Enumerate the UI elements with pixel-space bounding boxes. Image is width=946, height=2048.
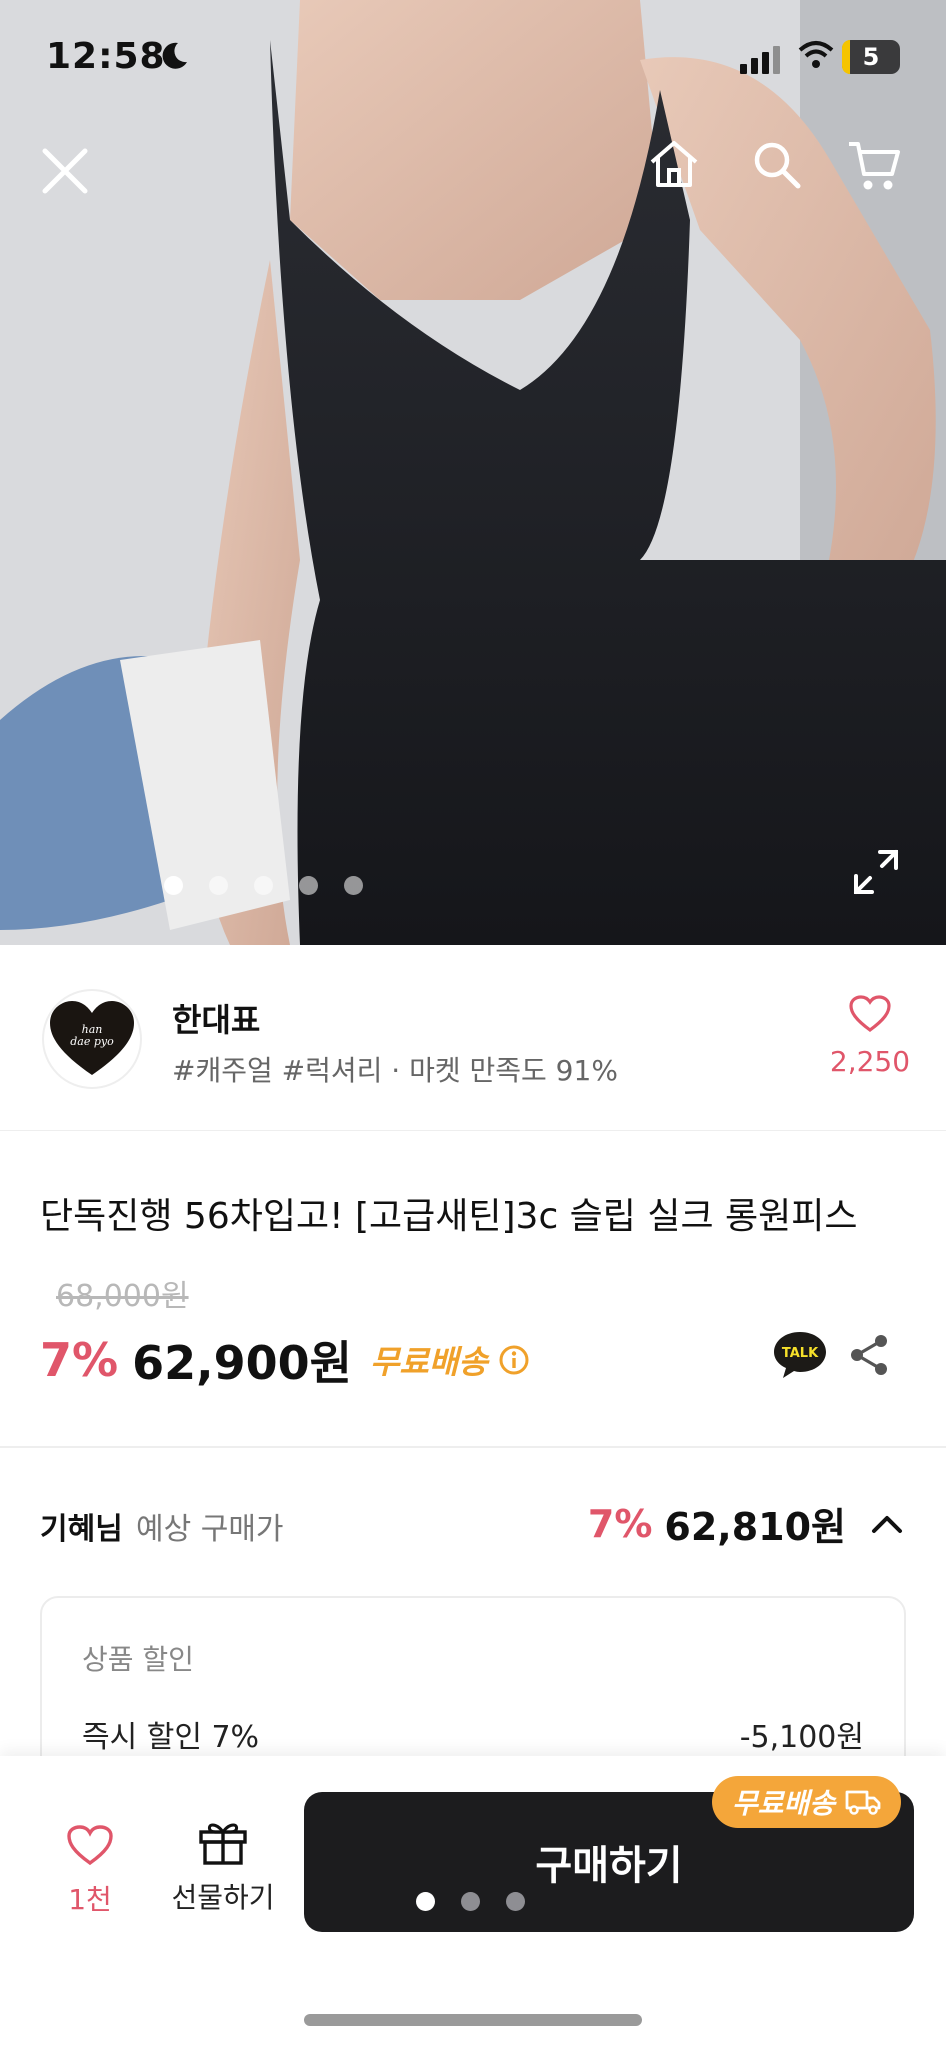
kakao-talk-icon[interactable]: TALK xyxy=(772,1328,828,1380)
share-icon[interactable] xyxy=(848,1333,890,1377)
sale-price: 62,900원 xyxy=(132,1336,352,1390)
gift-label: 선물하기 xyxy=(171,1881,275,1914)
estimate-price-row[interactable]: 7% 62,810원 xyxy=(588,1496,904,1551)
status-time: 12:58 xyxy=(46,36,166,77)
carousel-dot[interactable] xyxy=(208,876,228,895)
signal-icon xyxy=(740,46,780,74)
moon-icon xyxy=(162,42,187,69)
carousel-dot[interactable] xyxy=(298,876,318,895)
seller-logo-heart: han dae pyo xyxy=(50,1001,134,1075)
carousel-dots[interactable] xyxy=(0,876,946,900)
seller-tags: #캐주얼 #럭셔리 · 마켓 만족도 91% xyxy=(172,1054,618,1087)
wifi-icon xyxy=(798,41,834,68)
battery-level: 5 xyxy=(862,43,880,71)
seller-like-count: 2,250 xyxy=(829,1045,911,1078)
page-dot xyxy=(506,1892,525,1911)
cart-icon[interactable] xyxy=(846,138,902,194)
heart-icon xyxy=(849,995,891,1032)
home-icon[interactable] xyxy=(648,138,700,190)
buy-label: 구매하기 xyxy=(535,1843,683,1889)
info-icon[interactable] xyxy=(498,1344,530,1376)
bottom-action-bar: 1천 선물하기 구매하기 무료배송 xyxy=(0,1756,946,2048)
carousel-dot[interactable] xyxy=(343,876,363,895)
product-like-count: 1천 xyxy=(68,1883,112,1916)
free-shipping-badge: 무료배송 xyxy=(712,1776,902,1828)
price-row: 7% 62,900원 무료배송 xyxy=(40,1327,530,1393)
product-photo xyxy=(0,0,946,945)
carousel-dot[interactable] xyxy=(253,876,273,895)
estimated-price-section[interactable]: 기혜님 예상 구매가 7% 62,810원 xyxy=(0,1448,946,1588)
seller-avatar[interactable]: han dae pyo xyxy=(42,989,142,1089)
discount-rate: 7% xyxy=(40,1333,119,1387)
product-info: 단독진행 56차입고! [고급새틴]3c 슬립 실크 롱원피스 68,000원 … xyxy=(0,1131,946,1448)
gift-button[interactable]: 선물하기 xyxy=(168,1818,278,1916)
expand-icon[interactable] xyxy=(852,848,900,896)
carousel-dot[interactable] xyxy=(163,876,183,895)
estimate-price: 62,810원 xyxy=(664,1505,846,1549)
product-image-carousel[interactable]: 12:58 5 xyxy=(0,0,946,945)
free-shipping-label: 무료배송 xyxy=(369,1343,488,1381)
page-dot xyxy=(416,1892,435,1911)
status-bar: 12:58 5 xyxy=(0,0,946,120)
seller-name[interactable]: 한대표 xyxy=(172,995,260,1041)
home-indicator[interactable] xyxy=(304,2014,642,2026)
gift-icon xyxy=(199,1823,247,1865)
page-dot xyxy=(461,1892,480,1911)
seller-section[interactable]: han dae pyo 한대표 #캐주얼 #럭셔리 · 마켓 만족도 91% 2… xyxy=(0,945,946,1131)
original-price: 68,000원 xyxy=(56,1279,189,1314)
seller-like-button[interactable]: 2,250 xyxy=(820,995,920,1078)
close-icon[interactable] xyxy=(40,146,90,196)
discount-heading: 상품 할인 xyxy=(82,1643,194,1676)
discount-row-label: 즉시 할인 7% xyxy=(82,1720,260,1755)
estimate-discount: 7% xyxy=(587,1501,653,1546)
product-title: 단독진행 56차입고! [고급새틴]3c 슬립 실크 롱원피스 xyxy=(40,1196,858,1237)
kakao-talk-label: TALK xyxy=(782,1346,819,1361)
search-icon[interactable] xyxy=(752,140,802,190)
badge-label: 무료배송 xyxy=(732,1787,836,1820)
chevron-up-icon[interactable] xyxy=(870,1513,904,1535)
heart-icon xyxy=(67,1825,113,1866)
battery-indicator: 5 xyxy=(842,40,900,74)
product-like-button[interactable]: 1천 xyxy=(50,1824,130,1918)
user-name: 기혜님 xyxy=(40,1512,123,1547)
discount-row-value: -5,100원 xyxy=(739,1720,864,1755)
truck-icon xyxy=(845,1790,881,1815)
estimate-label: 예상 구매가 xyxy=(136,1512,284,1547)
seller-logo-text: dae pyo xyxy=(70,1035,114,1048)
page-indicator xyxy=(416,1892,525,1911)
